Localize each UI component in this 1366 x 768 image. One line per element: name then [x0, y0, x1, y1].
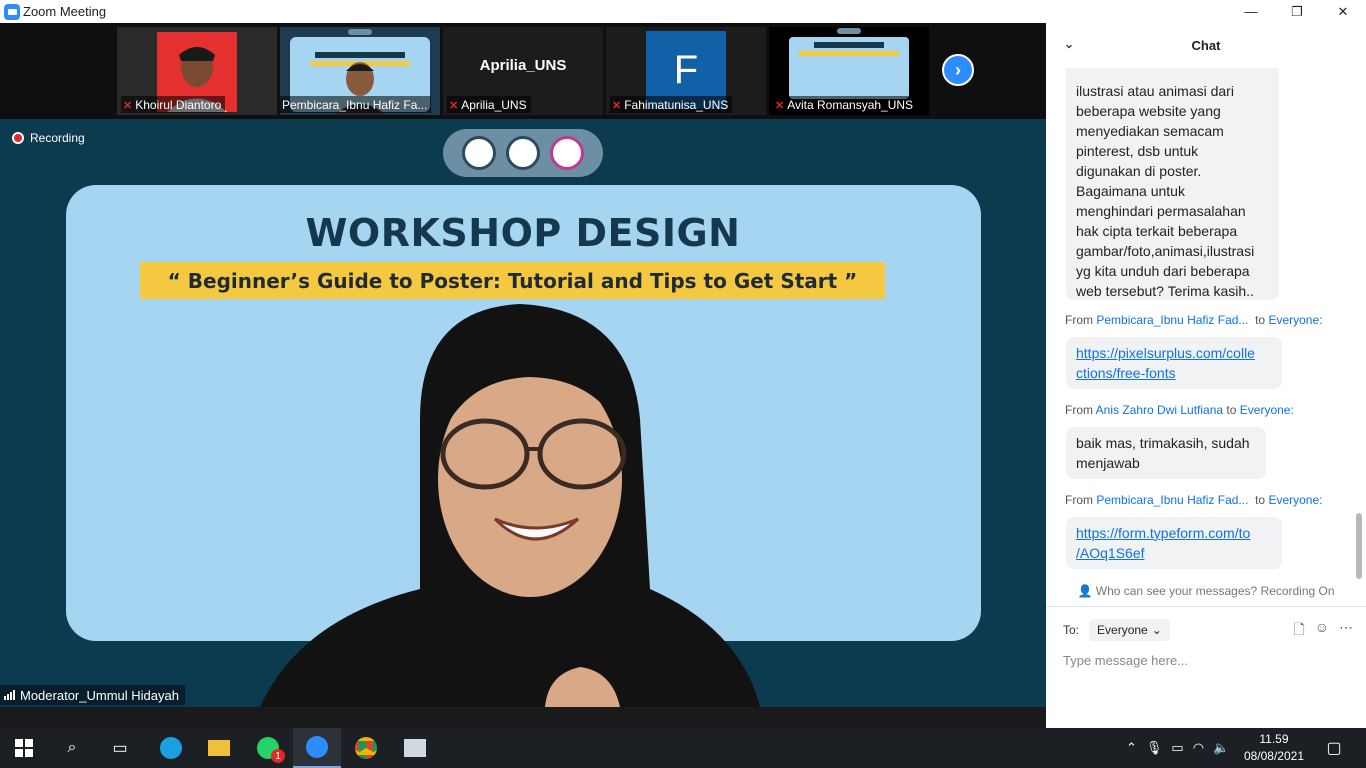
message-line: Bagaimana untuk	[1076, 183, 1185, 199]
next-page-button[interactable]: ›	[942, 54, 974, 86]
message-link[interactable]: https://pixelsurplus.com/colle ctions/fre…	[1076, 345, 1255, 381]
sender-name[interactable]: Pembicara_Ibnu Hafiz Fad...	[1096, 493, 1248, 507]
date: 08/08/2021	[1243, 749, 1304, 763]
message-sender: From Anis Zahro Dwi Lutfiana to Everyone…	[1065, 403, 1294, 417]
message-sender: From Pembicara_Ibnu Hafiz Fad... to Ever…	[1065, 493, 1323, 507]
chevron-down-icon: ⌄	[1151, 623, 1162, 637]
whatsapp-icon[interactable]: 1	[244, 728, 292, 768]
video-area: ✕ Khoirul Diantoro Pembicara_Ibnu Hafiz F…	[0, 23, 1046, 707]
window-controls: — ❐ ✕	[1228, 0, 1366, 23]
participant-name: ✕ Aprilia_UNS	[447, 96, 531, 113]
message-line: baik mas, trimakasih, sudah	[1076, 435, 1250, 451]
recipient-row: To: Everyone ⌄ 🗋 ☺ ⋯	[1063, 619, 1353, 641]
mic-muted-icon: ✕	[123, 99, 133, 112]
message-line: hak cipta terkait beberapa	[1076, 223, 1238, 239]
message-line: menyediakan semacam	[1076, 123, 1224, 139]
message-line: yg kita unduh dari beberapa	[1076, 263, 1250, 279]
mic-muted-icon: ✕	[449, 99, 459, 112]
chat-message: https://pixelsurplus.com/colle ctions/fre…	[1066, 337, 1282, 389]
system-tray: ⌃ 🎙 ▭ ◠ 🔈	[1126, 728, 1229, 768]
participant-name: ✕ Khoirul Diantoro	[121, 96, 226, 113]
speaker-figure	[260, 304, 760, 707]
recipient-select[interactable]: Everyone ⌄	[1089, 619, 1170, 641]
message-link[interactable]: https://form.typeform.com/to/AOq1S6ef	[1076, 525, 1250, 561]
chat-header: ⌄ Chat	[1046, 23, 1366, 68]
mic-muted-icon: ✕	[775, 99, 785, 112]
notification-badge: 1	[271, 749, 285, 763]
wifi-icon[interactable]: ◠	[1193, 740, 1204, 756]
message-sender: From Pembicara_Ibnu Hafiz Fad... to Ever…	[1065, 313, 1323, 327]
participant-tile-name: Aprilia_UNS	[479, 57, 567, 74]
chat-tools: 🗋 ☺ ⋯	[1293, 619, 1353, 643]
restore-button[interactable]: ❐	[1274, 0, 1320, 23]
recipient-name[interactable]: Everyone:	[1268, 493, 1322, 507]
title-bar: Zoom Meeting — ❐ ✕	[0, 0, 1366, 23]
search-icon[interactable]: ⌕	[48, 728, 96, 768]
close-button[interactable]: ✕	[1320, 0, 1366, 23]
participant-tile[interactable]: Aprilia_UNS ✕ Aprilia_UNS	[443, 27, 603, 115]
chat-message: https://form.typeform.com/to/AOq1S6ef	[1066, 517, 1282, 569]
person-icon: 👤	[1077, 584, 1093, 598]
divider	[1046, 606, 1366, 607]
edge-icon[interactable]	[147, 728, 195, 768]
message-line: pinterest, dsb untuk	[1076, 143, 1199, 159]
message-line: menghindari permasalahan	[1076, 203, 1246, 219]
message-line: gambar/foto,animasi,ilustrasi	[1076, 243, 1255, 259]
file-icon[interactable]: 🗋	[1293, 619, 1304, 643]
message-line: ilustrasi atau animasi dari	[1076, 83, 1234, 99]
minimize-button[interactable]: —	[1228, 0, 1274, 23]
chevron-down-icon[interactable]: ⌄	[1064, 37, 1074, 51]
chat-title: Chat	[1191, 38, 1221, 53]
task-view-icon[interactable]: ▭	[96, 728, 144, 768]
chat-panel: ⌄ Chat ilustrasi atau animasi dari beber…	[1046, 23, 1366, 728]
zoom-taskbar-icon[interactable]	[293, 728, 341, 768]
notifications-icon[interactable]: ▢	[1310, 728, 1358, 768]
window-title: Zoom Meeting	[23, 4, 107, 19]
message-line: beberapa website yang	[1076, 103, 1221, 119]
message-input[interactable]	[1063, 650, 1353, 670]
privacy-note[interactable]: 👤 Who can see your messages? Recording O…	[1046, 584, 1366, 598]
file-explorer-icon[interactable]	[195, 728, 243, 768]
time: 11.59	[1259, 732, 1289, 746]
chat-message: ilustrasi atau animasi dari beberapa web…	[1066, 68, 1279, 300]
to-label: To:	[1063, 623, 1080, 637]
active-speaker-video: Recording WORKSHOP DESIGN “ Beginner’s G…	[0, 119, 1046, 707]
windows-taskbar: ⌕ ▭ 1 ⌃ 🎙 ▭ ◠ 🔈 11.59 08/08/2021 ▢	[0, 728, 1366, 768]
participant-name: ✕ Avita Romansyah_UNS	[773, 96, 918, 113]
zoom-app-icon	[4, 3, 20, 20]
clock[interactable]: 11.59 08/08/2021	[1244, 731, 1304, 765]
participant-name: Pembicara_Ibnu Hafiz Fa...	[280, 96, 432, 113]
participant-name: ✕ Fahimatunisa_UNS	[610, 96, 733, 113]
gallery-strip: ✕ Khoirul Diantoro Pembicara_Ibnu Hafiz F…	[0, 23, 1046, 119]
participant-tile[interactable]: Pembicara_Ibnu Hafiz Fa...	[280, 27, 440, 115]
chevron-up-icon[interactable]: ⌃	[1126, 740, 1137, 756]
recipient-name[interactable]: Everyone:	[1268, 313, 1322, 327]
paint-icon[interactable]	[391, 728, 439, 768]
mic-muted-icon: ✕	[612, 99, 622, 112]
message-line: menjawab	[1076, 455, 1140, 471]
message-line: web tersebut? Terima kasih..	[1076, 283, 1254, 299]
speaker-name-tag: Moderator_Ummul Hidayah	[0, 685, 185, 705]
chat-messages[interactable]: ilustrasi atau animasi dari beberapa web…	[1046, 68, 1366, 606]
signal-bars-icon	[4, 690, 15, 700]
participant-tile[interactable]: F ✕ Fahimatunisa_UNS	[606, 27, 766, 115]
volume-icon[interactable]: 🔈	[1213, 740, 1229, 756]
more-icon[interactable]: ⋯	[1339, 619, 1353, 643]
chat-message: baik mas, trimakasih, sudah menjawab	[1066, 427, 1266, 479]
recipient-name[interactable]: Everyone:	[1240, 403, 1294, 417]
chrome-icon[interactable]	[342, 728, 390, 768]
microphone-icon[interactable]: 🎙	[1146, 740, 1163, 756]
start-button[interactable]	[0, 728, 48, 768]
sender-name[interactable]: Anis Zahro Dwi Lutfiana	[1096, 403, 1223, 417]
emoji-icon[interactable]: ☺	[1315, 619, 1329, 643]
battery-icon[interactable]: ▭	[1171, 740, 1183, 756]
participant-tile[interactable]: ✕ Khoirul Diantoro	[117, 27, 277, 115]
participant-tile[interactable]: ✕ Avita Romansyah_UNS	[769, 27, 929, 115]
chat-scrollbar[interactable]	[1356, 513, 1362, 579]
message-line-cropped	[1076, 68, 1269, 81]
sender-name[interactable]: Pembicara_Ibnu Hafiz Fad...	[1096, 313, 1248, 327]
windows-icon	[15, 739, 33, 757]
message-line: digunakan di poster.	[1076, 163, 1202, 179]
